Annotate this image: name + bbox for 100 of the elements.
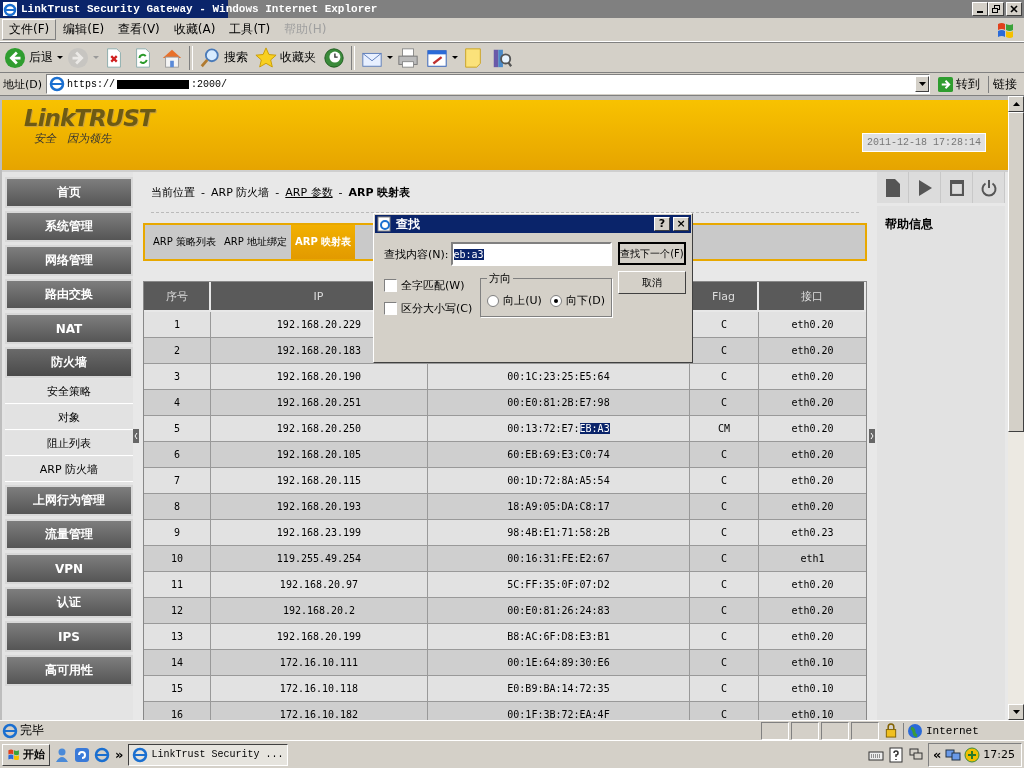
table-cell: 9	[144, 520, 211, 545]
dialog-button[interactable]: 查找下一个(F)	[617, 242, 686, 265]
restore-button[interactable]	[988, 2, 1004, 16]
collapse-handle-icon[interactable]	[133, 429, 139, 443]
sidebar-item[interactable]: 流量管理	[5, 519, 133, 550]
dialog-button[interactable]: 取消	[617, 271, 686, 294]
table-cell: 00:E0:81:2B:E7:98	[428, 390, 690, 415]
tab[interactable]: ARP 策略列表	[149, 225, 220, 259]
tray-expand-button[interactable]: «	[931, 747, 943, 762]
radio-button[interactable]	[549, 294, 562, 307]
caret-icon[interactable]	[57, 55, 63, 60]
caret-icon	[918, 82, 926, 86]
address-field[interactable]: https:// :2000/	[46, 74, 930, 94]
help-icon[interactable]	[887, 746, 904, 763]
dialog-icon	[377, 216, 393, 232]
star-icon	[255, 46, 277, 69]
radio-button[interactable]	[487, 294, 500, 307]
network-icon[interactable]	[945, 746, 962, 763]
back-button[interactable]: 后退	[1, 43, 56, 72]
expand-handle-icon[interactable]	[869, 429, 875, 443]
sidebar-item[interactable]: NAT	[5, 313, 133, 344]
radio-label[interactable]: 向上(U)	[503, 293, 542, 308]
status-text: 完毕	[20, 722, 44, 739]
sidebar-item[interactable]: 首页	[5, 177, 133, 208]
checkbox[interactable]	[384, 279, 397, 292]
search-button[interactable]: 搜索	[196, 43, 251, 72]
status-pane	[851, 721, 879, 740]
lock-icon	[885, 723, 897, 738]
browser-icon[interactable]	[94, 746, 110, 763]
sidebar-item[interactable]: 系统管理	[5, 211, 133, 242]
power-icon	[980, 178, 997, 197]
sidebar-item[interactable]: 网络管理	[5, 245, 133, 276]
table-cell: 192.168.20.2	[211, 598, 428, 623]
printer-icon	[397, 46, 419, 69]
status-pane	[791, 721, 819, 740]
table-cell: 1	[144, 312, 211, 337]
table-cell-text: eth0.10	[790, 656, 835, 670]
table-cell: 10	[144, 546, 211, 571]
dropdown-button[interactable]	[915, 76, 929, 92]
plus-icon[interactable]	[964, 746, 981, 763]
table-cell: CM	[690, 416, 759, 441]
table-cell-text: eth0.20	[790, 474, 835, 488]
radio-label[interactable]: 向下(D)	[565, 293, 605, 308]
checkbox[interactable]	[384, 302, 397, 315]
tab[interactable]: ARP 地址绑定	[220, 225, 291, 259]
table-cell: 5C:FF:35:0F:07:D2	[428, 572, 690, 597]
table-cell: 18:A9:05:DA:C8:17	[428, 494, 690, 519]
table-cell-text: eth0.20	[790, 578, 835, 592]
table-cell: 15	[144, 676, 211, 701]
go-button[interactable]: 转到	[934, 75, 984, 93]
table-cell: 7	[144, 468, 211, 493]
breadcrumb-current: ARP 映射表	[348, 184, 411, 200]
minimize-button[interactable]	[972, 2, 988, 16]
table-cell: C	[690, 676, 759, 701]
menu-item[interactable]: 收藏(A)	[166, 19, 223, 40]
table-cell: C	[690, 468, 759, 493]
windows-icon[interactable]	[907, 746, 924, 763]
caret-icon[interactable]	[452, 55, 458, 60]
sidebar-item[interactable]: 上网行为管理	[5, 485, 133, 516]
page-icon	[49, 76, 66, 92]
table-cell: 14	[144, 650, 211, 675]
caret-icon[interactable]	[387, 55, 393, 60]
find-input-field[interactable]: eb:a3	[450, 242, 612, 266]
menu-item[interactable]: 查看(V)	[111, 19, 167, 40]
breadcrumb-link[interactable]: ARP 参数	[285, 184, 333, 200]
sidebar-item[interactable]: IPS	[5, 621, 133, 652]
url-text: https://	[67, 78, 116, 90]
table-cell: C	[690, 702, 759, 720]
table-cell: C	[690, 546, 759, 571]
sidebar-item[interactable]: 高可用性	[5, 655, 133, 686]
sidebar-item[interactable]: 防火墙	[5, 347, 133, 378]
table-cell: 4	[144, 390, 211, 415]
table-cell: 00:1C:23:25:E5:64	[428, 364, 690, 389]
table-cell: 98:4B:E1:71:58:2B	[428, 520, 690, 545]
down-arrow-icon[interactable]	[1012, 710, 1020, 714]
table-cell: 172.16.10.182	[211, 702, 428, 720]
menu-item[interactable]: 编辑(E)	[56, 19, 112, 40]
browser-icon	[2, 1, 18, 17]
taskbar-button[interactable]: LinkTrust Security ...	[128, 743, 289, 766]
close-button[interactable]	[1006, 2, 1022, 16]
breadcrumb-item: ARP 防火墙	[211, 184, 270, 200]
table-cell: 8	[144, 494, 211, 519]
sidebar-item[interactable]: VPN	[5, 553, 133, 584]
menu-item[interactable]: 文件(F)	[2, 19, 57, 40]
menu-item[interactable]: 工具(T)	[222, 19, 278, 40]
status-pane	[761, 721, 789, 740]
start-button[interactable]: 开始	[2, 743, 50, 766]
help-button[interactable]: ?	[654, 217, 670, 231]
table-cell-text: eth0.20	[790, 604, 835, 618]
table-cell-text: eth0.20	[790, 318, 835, 332]
refresh-icon[interactable]	[74, 746, 90, 763]
slogan: 安全 因为领先	[33, 130, 113, 146]
sidebar-item[interactable]: 路由交换	[5, 279, 133, 310]
sidebar-item[interactable]: 认证	[5, 587, 133, 618]
more-button[interactable]: »	[114, 747, 125, 762]
vertical-scrollbar[interactable]	[1008, 96, 1024, 720]
table-cell: 12	[144, 598, 211, 623]
up-arrow-icon[interactable]	[1012, 102, 1020, 106]
favorites-button[interactable]: 收藏夹	[252, 43, 319, 72]
close-button[interactable]: ×	[673, 217, 689, 231]
